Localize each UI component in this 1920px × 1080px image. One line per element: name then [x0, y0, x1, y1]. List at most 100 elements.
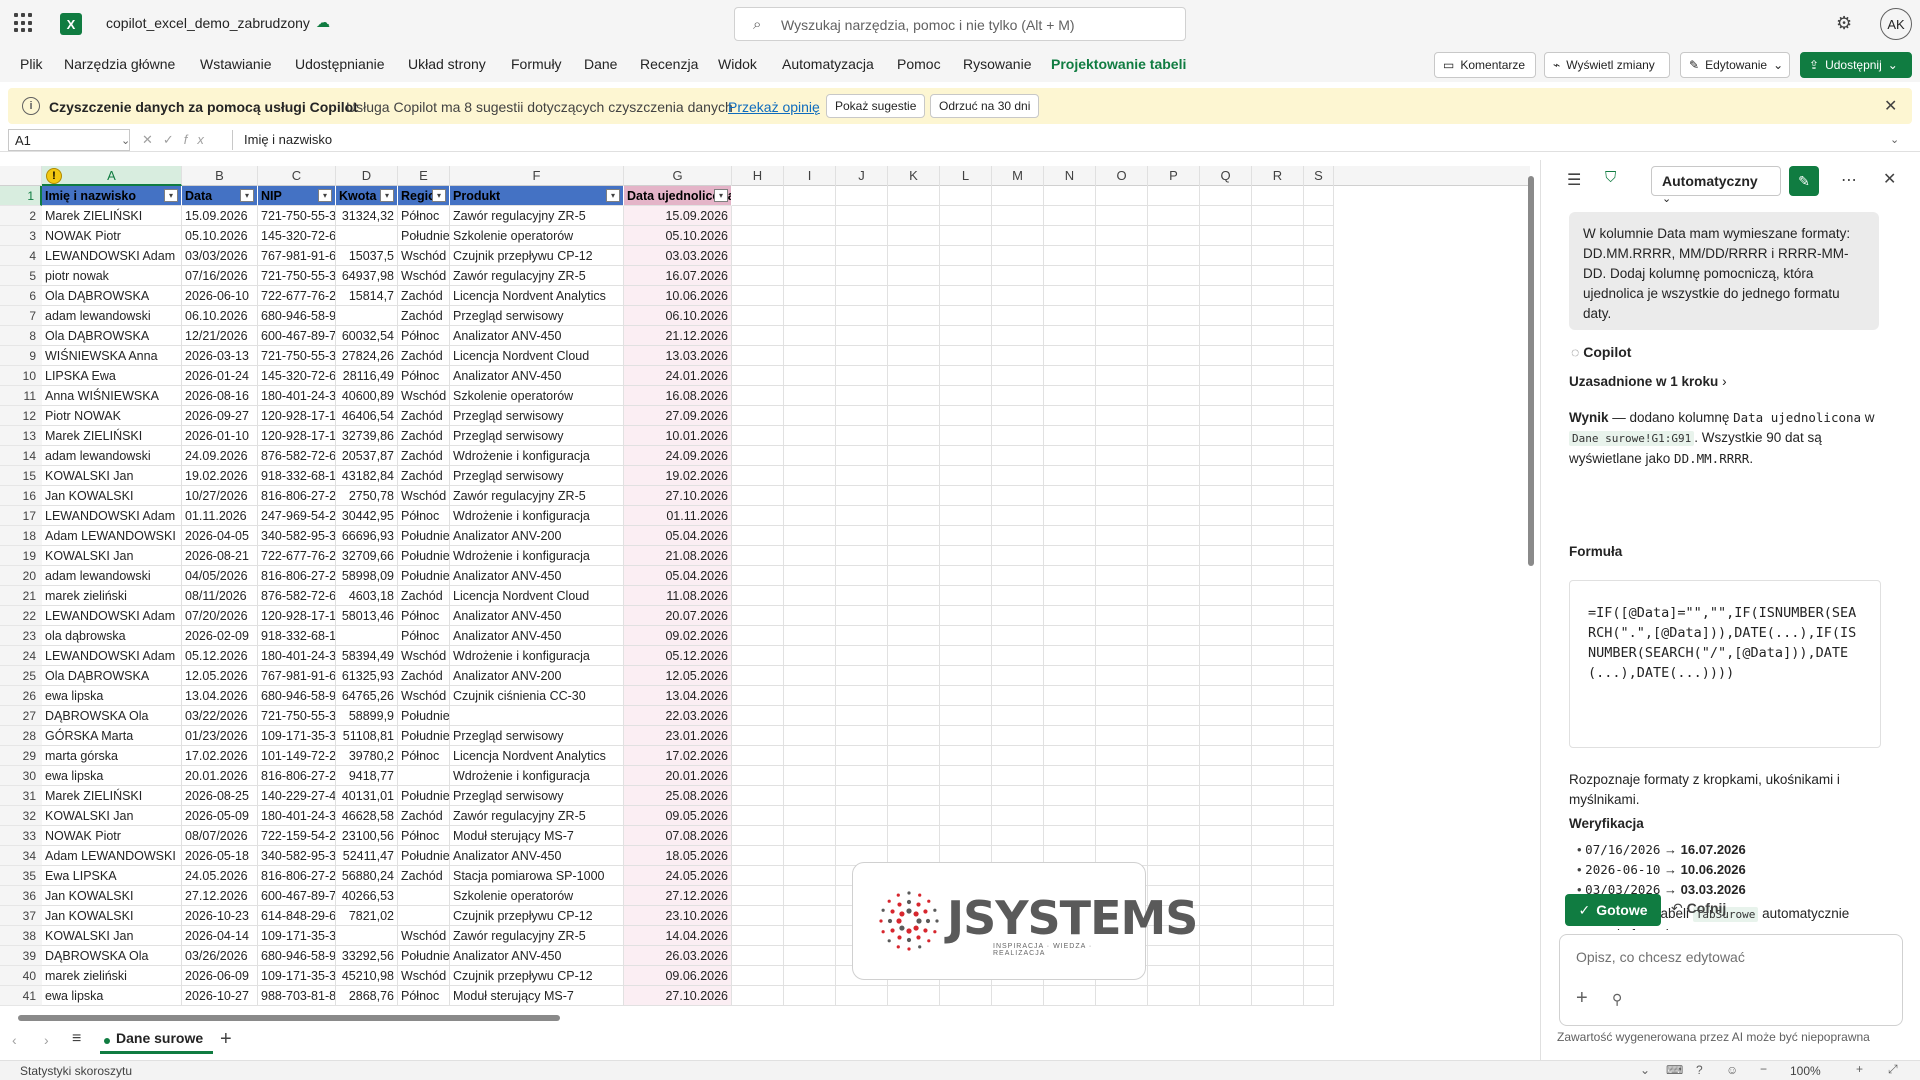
cell[interactable]: Południe: [398, 706, 450, 726]
empty-cell[interactable]: [732, 286, 784, 306]
empty-cell[interactable]: [940, 446, 992, 466]
cell[interactable]: 2026-03-13: [182, 346, 258, 366]
empty-cell[interactable]: [732, 706, 784, 726]
cell[interactable]: 2026-02-09: [182, 626, 258, 646]
empty-cell[interactable]: [1044, 386, 1096, 406]
cell[interactable]: 21.12.2026: [624, 326, 732, 346]
empty-cell[interactable]: [1304, 266, 1334, 286]
cell[interactable]: 120-928-17-19: [258, 406, 336, 426]
empty-cell[interactable]: [888, 426, 940, 446]
cell[interactable]: 03/26/2026: [182, 946, 258, 966]
empty-cell[interactable]: [836, 626, 888, 646]
cell[interactable]: LEWANDOWSKI Adam: [42, 246, 182, 266]
cell[interactable]: [336, 626, 398, 646]
empty-cell[interactable]: [992, 806, 1044, 826]
empty-cell[interactable]: [1044, 586, 1096, 606]
empty-cell[interactable]: [1148, 246, 1200, 266]
empty-cell[interactable]: [1252, 226, 1304, 246]
empty-cell[interactable]: [732, 246, 784, 266]
row-header[interactable]: 19: [0, 546, 42, 566]
empty-cell[interactable]: [1200, 926, 1252, 946]
cell[interactable]: Licencja Nordvent Cloud: [450, 586, 624, 606]
empty-cell[interactable]: [784, 526, 836, 546]
empty-cell[interactable]: [732, 586, 784, 606]
cell[interactable]: 51108,81: [336, 726, 398, 746]
empty-cell[interactable]: [1252, 286, 1304, 306]
cell[interactable]: LIPSKA Ewa: [42, 366, 182, 386]
empty-cell[interactable]: [1096, 546, 1148, 566]
cell[interactable]: 721-750-55-36: [258, 266, 336, 286]
cell[interactable]: 10/27/2026: [182, 486, 258, 506]
expand-formula-bar-icon[interactable]: ⌄: [1890, 133, 1899, 146]
empty-cell[interactable]: [1304, 626, 1334, 646]
filter-dropdown-icon[interactable]: ▾: [432, 189, 446, 202]
tab-view[interactable]: Widok: [718, 56, 757, 72]
cell[interactable]: Wschód: [398, 646, 450, 666]
empty-cell[interactable]: [992, 506, 1044, 526]
row-header[interactable]: 29: [0, 746, 42, 766]
cell[interactable]: Zachód: [398, 406, 450, 426]
shield-icon[interactable]: ⛉: [1605, 169, 1616, 186]
empty-cell[interactable]: [1252, 586, 1304, 606]
empty-cell[interactable]: [1096, 986, 1148, 1006]
cell[interactable]: Marek ZIELIŃSKI: [42, 206, 182, 226]
cell[interactable]: LEWANDOWSKI Adam: [42, 606, 182, 626]
row-header[interactable]: 31: [0, 786, 42, 806]
cell[interactable]: 101-149-72-22: [258, 746, 336, 766]
cell[interactable]: 721-750-55-36: [258, 206, 336, 226]
empty-cell[interactable]: [784, 786, 836, 806]
empty-cell[interactable]: [1200, 426, 1252, 446]
empty-cell[interactable]: [1096, 786, 1148, 806]
empty-cell[interactable]: [940, 986, 992, 1006]
cell[interactable]: Południe: [398, 566, 450, 586]
cell[interactable]: 11.08.2026: [624, 586, 732, 606]
row-header[interactable]: 35: [0, 866, 42, 886]
empty-cell[interactable]: [1252, 806, 1304, 826]
empty-cell[interactable]: [888, 406, 940, 426]
empty-cell[interactable]: [888, 226, 940, 246]
link-icon[interactable]: ⚲: [1612, 991, 1622, 1008]
row-header[interactable]: 13: [0, 426, 42, 446]
cell[interactable]: 988-703-81-81: [258, 986, 336, 1006]
empty-cell[interactable]: [1096, 626, 1148, 646]
empty-cell[interactable]: [836, 206, 888, 226]
empty-cell[interactable]: [784, 746, 836, 766]
empty-cell[interactable]: [992, 666, 1044, 686]
cell[interactable]: Wschód: [398, 486, 450, 506]
empty-cell[interactable]: [1044, 746, 1096, 766]
add-attachment-icon[interactable]: +: [1576, 987, 1588, 1010]
column-header-e[interactable]: E: [398, 166, 450, 186]
comments-button[interactable]: ▭ Komentarze: [1434, 52, 1536, 78]
empty-cell[interactable]: [888, 346, 940, 366]
cell[interactable]: Licencja Nordvent Cloud: [450, 346, 624, 366]
empty-cell[interactable]: [732, 386, 784, 406]
cell[interactable]: Przegląd serwisowy: [450, 786, 624, 806]
empty-cell[interactable]: [836, 466, 888, 486]
empty-cell[interactable]: [1148, 186, 1200, 206]
empty-cell[interactable]: [992, 746, 1044, 766]
cell[interactable]: Wdrożenie i konfiguracja: [450, 446, 624, 466]
cell[interactable]: 40600,89: [336, 386, 398, 406]
empty-cell[interactable]: [992, 826, 1044, 846]
cell[interactable]: 17.02.2026: [624, 746, 732, 766]
empty-cell[interactable]: [888, 506, 940, 526]
empty-cell[interactable]: [836, 686, 888, 706]
cell[interactable]: 2026-08-25: [182, 786, 258, 806]
cell[interactable]: 66696,93: [336, 526, 398, 546]
row-header[interactable]: 12: [0, 406, 42, 426]
cell[interactable]: 721-750-55-36: [258, 346, 336, 366]
filter-dropdown-icon[interactable]: ▾: [318, 189, 332, 202]
empty-cell[interactable]: [1304, 526, 1334, 546]
cell[interactable]: 918-332-68-13: [258, 626, 336, 646]
cell[interactable]: Analizator ANV-450: [450, 606, 624, 626]
column-header-d[interactable]: D: [336, 166, 398, 186]
column-header-p[interactable]: P: [1148, 166, 1200, 186]
cell[interactable]: 09.06.2026: [624, 966, 732, 986]
empty-cell[interactable]: [1096, 526, 1148, 546]
workbook-statistics[interactable]: Statystyki skoroszytu: [20, 1064, 132, 1078]
warning-icon[interactable]: !: [46, 168, 62, 184]
empty-cell[interactable]: [992, 466, 1044, 486]
cell[interactable]: 24.09.2026: [624, 446, 732, 466]
cell[interactable]: 15037,5: [336, 246, 398, 266]
empty-cell[interactable]: [1252, 646, 1304, 666]
